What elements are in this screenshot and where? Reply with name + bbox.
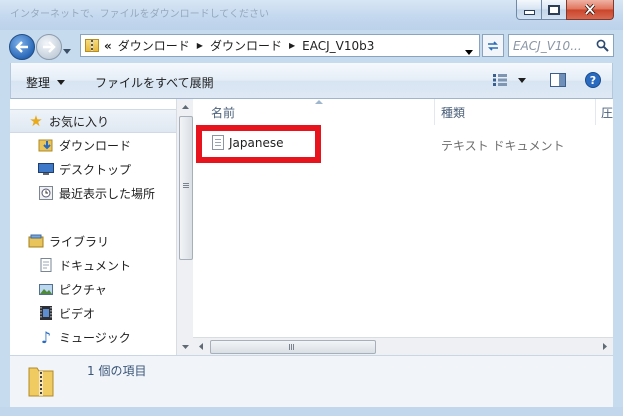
libraries-icon	[28, 233, 44, 249]
breadcrumb-item-downloads-2[interactable]: ダウンロード	[210, 37, 282, 54]
breadcrumb-item-downloads-1[interactable]: ダウンロード	[118, 37, 190, 54]
videos-icon	[38, 305, 54, 321]
minimize-button[interactable]	[516, 0, 542, 20]
nav-item-label: ダウンロード	[59, 138, 132, 153]
close-button[interactable]	[566, 0, 614, 20]
nav-libraries-label: ライブラリ	[49, 234, 110, 249]
scroll-right-icon	[603, 343, 607, 350]
column-header-label: 圧	[601, 105, 613, 120]
scroll-up-icon	[182, 105, 189, 109]
search-placeholder: EACJ_V10...	[513, 38, 582, 53]
folder-zip-icon	[85, 39, 99, 52]
nav-item-videos[interactable]: ビデオ	[10, 302, 176, 324]
nav-favorites-header[interactable]: ★ お気に入り	[10, 109, 176, 133]
chevron-down-icon	[63, 49, 71, 54]
nav-item-label: ドキュメント	[59, 258, 132, 273]
breadcrumb-item-eacj[interactable]: EACJ_V10b3	[302, 39, 374, 53]
scroll-down-icon	[182, 345, 189, 349]
back-button[interactable]	[9, 34, 35, 60]
item-count: 1 個の項目	[87, 364, 147, 378]
breadcrumb: ダウンロード ▶ ダウンロード ▶ EACJ_V10b3	[118, 37, 375, 54]
command-bar: 整理 ファイルをすべて展開 ?	[10, 63, 613, 99]
recent-places-icon	[38, 185, 54, 201]
details-pane: 1 個の項目	[10, 355, 613, 408]
chevron-down-icon	[57, 80, 66, 85]
scrollbar-thumb[interactable]	[179, 116, 193, 260]
organize-label: 整理	[26, 76, 51, 90]
nav-item-documents[interactable]: ドキュメント	[10, 254, 176, 276]
extract-all-button[interactable]: ファイルをすべて展開	[95, 74, 214, 91]
breadcrumb-overflow[interactable]: «	[104, 39, 112, 53]
navigation-pane-scrollbar[interactable]	[176, 99, 194, 355]
nav-item-label: ミュージック	[59, 330, 131, 345]
nav-libraries-header[interactable]: ライブラリ	[10, 230, 176, 252]
nav-favorites-label: お気に入り	[49, 114, 110, 129]
refresh-button[interactable]	[482, 34, 504, 57]
file-type-cell: テキスト ドキュメント	[441, 139, 565, 153]
nav-item-recent-places[interactable]: 最近表示した場所	[10, 182, 176, 204]
column-header-label: 種類	[441, 105, 466, 120]
forward-button[interactable]	[36, 34, 62, 60]
organize-button[interactable]: 整理	[26, 74, 66, 91]
breadcrumb-separator-icon: ▶	[288, 41, 296, 50]
address-bar[interactable]: « ダウンロード ▶ ダウンロード ▶ EACJ_V10b3	[80, 34, 480, 57]
file-list: 名前 種類 圧 Japanese テキスト ドキュメント	[193, 99, 613, 355]
column-header-name[interactable]: 名前	[211, 99, 235, 125]
nav-item-music[interactable]: ♪ ミュージック	[10, 326, 176, 348]
blurred-background-text: インターネットで、ファイルをダウンロードしてください	[10, 9, 269, 20]
pictures-icon	[38, 281, 54, 297]
minimize-icon	[523, 10, 535, 15]
zip-folder-icon	[27, 362, 55, 398]
column-header-label: 名前	[211, 105, 236, 120]
preview-pane-icon	[550, 73, 566, 87]
documents-icon	[38, 257, 54, 273]
column-header-size[interactable]: 圧	[601, 99, 613, 125]
highlight-box	[196, 125, 321, 163]
search-input[interactable]: EACJ_V10...	[508, 34, 614, 57]
title-bar: インターネットで、ファイルをダウンロードしてください	[0, 0, 623, 30]
nav-item-label: 最近表示した場所	[59, 186, 156, 201]
refresh-icon	[488, 40, 498, 51]
address-row: « ダウンロード ▶ ダウンロード ▶ EACJ_V10b3 EACJ_V10.…	[0, 30, 623, 63]
nav-item-label: ビデオ	[59, 306, 96, 321]
help-button[interactable]: ?	[585, 72, 601, 91]
change-view-button[interactable]	[493, 74, 526, 86]
back-arrow-icon	[15, 41, 28, 53]
maximize-icon	[548, 4, 560, 15]
column-header-type[interactable]: 種類	[441, 99, 465, 125]
address-history-dropdown[interactable]	[465, 44, 473, 58]
download-folder-icon	[38, 137, 54, 153]
nav-item-label: ピクチャ	[59, 282, 107, 297]
search-icon	[596, 39, 609, 52]
forward-arrow-icon	[43, 41, 56, 53]
chevron-down-icon	[518, 77, 526, 83]
chevron-down-icon	[465, 50, 473, 55]
nav-item-desktop[interactable]: デスクトップ	[10, 158, 176, 180]
nav-item-label: デスクトップ	[59, 162, 132, 177]
nav-item-pictures[interactable]: ピクチャ	[10, 278, 176, 300]
details-view-icon	[493, 74, 507, 86]
svg-text:?: ?	[590, 74, 596, 87]
preview-pane-button[interactable]	[550, 73, 566, 90]
window-frame-bottom	[0, 407, 623, 416]
recent-pages-dropdown[interactable]	[63, 43, 71, 57]
scroll-left-icon	[199, 343, 203, 350]
file-list-horizontal-scrollbar[interactable]	[193, 337, 613, 355]
nav-item-downloads[interactable]: ダウンロード	[10, 134, 176, 156]
close-icon	[584, 4, 596, 15]
star-icon: ★	[29, 112, 43, 130]
maximize-button[interactable]	[541, 0, 567, 20]
desktop-icon	[38, 161, 54, 177]
music-icon: ♪	[40, 327, 52, 347]
scrollbar-thumb[interactable]	[210, 340, 376, 354]
breadcrumb-separator-icon: ▶	[196, 41, 203, 50]
sort-indicator-icon	[315, 100, 323, 104]
extract-all-label: ファイルをすべて展開	[95, 76, 214, 90]
navigation-pane: ★ お気に入り ダウンロード デスクトップ 最近表示した場所 ライブラリ ドキュ…	[10, 99, 176, 355]
help-icon: ?	[585, 72, 601, 88]
